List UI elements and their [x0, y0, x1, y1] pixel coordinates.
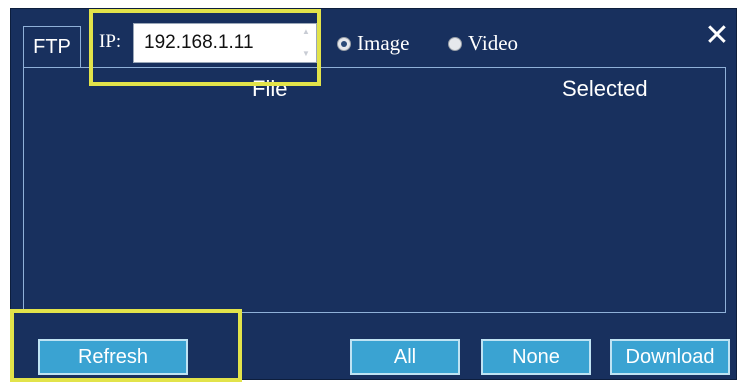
radio-image-label: Image: [357, 31, 410, 55]
file-list[interactable]: File Selected: [23, 67, 726, 313]
select-all-button[interactable]: All: [350, 339, 460, 375]
download-button[interactable]: Download: [610, 339, 730, 375]
ip-spinner[interactable]: ▲ ▼: [299, 27, 313, 59]
spin-up-icon[interactable]: ▲: [302, 27, 310, 37]
dialog-header: FTP IP: ▲ ▼ Image Video ✕: [11, 9, 736, 68]
radio-video[interactable]: Video: [448, 31, 518, 56]
refresh-button[interactable]: Refresh: [38, 339, 188, 375]
select-none-button[interactable]: None: [481, 339, 591, 375]
ip-label: IP:: [99, 31, 122, 52]
spin-down-icon[interactable]: ▼: [302, 49, 310, 59]
column-header-file[interactable]: File: [252, 76, 287, 102]
close-icon[interactable]: ✕: [702, 21, 732, 51]
tab-ftp[interactable]: FTP: [23, 26, 81, 68]
ip-address-input[interactable]: [133, 23, 317, 63]
dialog-footer: Refresh All None Download: [11, 319, 736, 379]
radio-checked-icon[interactable]: [337, 36, 351, 51]
radio-unchecked-icon[interactable]: [448, 36, 462, 51]
column-header-selected[interactable]: Selected: [562, 76, 648, 102]
radio-image[interactable]: Image: [337, 31, 409, 56]
radio-video-label: Video: [468, 31, 519, 55]
ftp-dialog: FTP IP: ▲ ▼ Image Video ✕ File Selected …: [10, 8, 737, 380]
